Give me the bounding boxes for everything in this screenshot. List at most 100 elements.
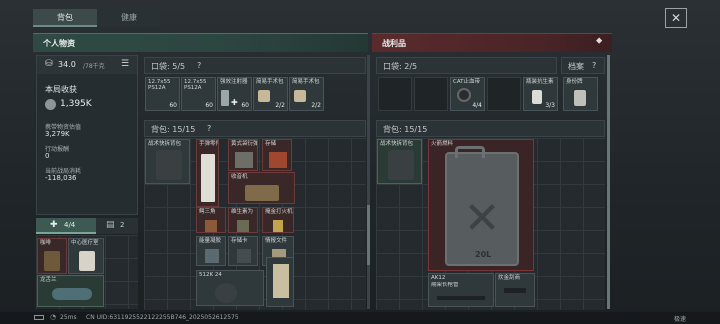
bp-item-lighter[interactable]: 掩金打火机 (262, 207, 294, 233)
bp-item-tactical-bag[interactable]: 战术快拆背包 (145, 139, 190, 184)
weight-max: /78千克 (83, 63, 105, 70)
bp-item-512k[interactable]: 512K 24 (196, 270, 264, 306)
pin-icon[interactable]: ⬥ (596, 36, 602, 46)
archive-label: 档案 (568, 62, 584, 71)
bp-item-gel[interactable]: 能量凝胶 (196, 236, 226, 266)
archive-header: 档案 ? (561, 57, 605, 74)
bp-item-memcard[interactable]: 存储卡 (228, 236, 258, 266)
plus-icon: ✚ (231, 98, 238, 107)
loot-item-tactical-bag[interactable]: 战术快拆背包 (377, 139, 422, 184)
radio-icon (245, 185, 279, 201)
personal-supplies-title: 个人物资 (43, 39, 75, 48)
loot-pocket-slot-2[interactable] (414, 77, 448, 111)
loot-header: 战利品 ⬥ (372, 33, 612, 52)
disc-icon (215, 283, 237, 303)
tab-backpack[interactable]: 背包 (33, 9, 97, 27)
income-label: 本局收获 (45, 85, 77, 94)
ammo-count-2: 60 (205, 102, 213, 109)
bp-item-storage[interactable]: 存储 (262, 139, 292, 171)
right-scrollbar[interactable] (607, 55, 610, 309)
bp-item-parts[interactable]: 手弹零件机 (196, 139, 219, 207)
loot-item-knife[interactable]: 炊金刮商 (495, 273, 535, 307)
tab-health[interactable]: 健康 (97, 9, 161, 27)
rifle-icon (437, 296, 485, 300)
jerrycan-volume: 20L (475, 250, 492, 259)
medkit-count: 4/4 (64, 221, 76, 229)
medkit-tab[interactable]: ✚ 4/4 (36, 218, 96, 234)
bp-item-vitamins[interactable]: 维生素为 (228, 207, 258, 233)
tourniquet-icon (457, 88, 471, 102)
pocket-header: 口袋: 5/5 ? (144, 57, 366, 74)
parts-icon (201, 154, 215, 202)
storage-icon (269, 152, 287, 168)
cost-value: -118,036 (45, 174, 77, 182)
ammo-count-1: 60 (169, 102, 177, 109)
loot-pocket-header: 口袋: 2/5 (376, 57, 557, 74)
pocket-item-ammo-2[interactable]: 12.7x55 PS12A 60 (181, 77, 216, 111)
loot-pocket-label: 口袋: 2/5 (383, 62, 418, 71)
gel-icon (205, 249, 219, 263)
loot-title: 战利品 (382, 39, 406, 48)
tourniquet-count: 4/4 (472, 102, 482, 109)
weight-icon: ⛁ (45, 59, 53, 69)
right-scroll-thumb[interactable] (607, 55, 610, 309)
status-right: 极速 (674, 316, 687, 323)
income-value: 1,395K (60, 99, 92, 109)
carry-value: 3,279K (45, 130, 70, 138)
surgery-icon-1 (258, 90, 270, 102)
injector-icon (221, 90, 229, 106)
stats-panel: ⛁ 34.0 /78千克 ☰ 本局收获 1,395K 携带物资估值 3,279K… (36, 55, 138, 215)
paper-icon (273, 264, 289, 298)
list-icon[interactable]: ☰ (121, 59, 129, 69)
bp-item-radio[interactable]: 收音机 (228, 172, 295, 204)
pocket-help[interactable]: ? (197, 61, 201, 70)
pocket-label: 口袋: 5/5 (151, 62, 186, 71)
weight-row: ⛁ 34.0 /78千克 ☰ (37, 56, 137, 74)
side-item-medical[interactable]: 中心医疗室 (68, 238, 104, 274)
bag-icon (156, 150, 182, 180)
status-bar: ◔ 25ms CN UID:6311925522122255B746_20250… (0, 312, 720, 324)
triangle-icon (205, 220, 217, 232)
ammo-box-icon (235, 152, 253, 168)
side-item-tequila[interactable]: 龙舌兰 (37, 275, 104, 307)
antibiotic-icon (532, 90, 542, 104)
pocket-item-injector[interactable]: 强效注射器 ✚ 60 (217, 77, 252, 111)
loot-pocket-antibiotic[interactable]: 瓶装抗生素 3/3 (523, 77, 558, 111)
bp-item-triangle[interactable]: 鳄三角 (196, 207, 226, 233)
wifi-icon: ◔ (50, 313, 57, 321)
left-scrollbar[interactable] (367, 55, 370, 309)
dogtag-icon (574, 90, 586, 106)
loot-pocket-slot-4[interactable] (487, 77, 521, 111)
backpack-help[interactable]: ? (207, 124, 211, 133)
loot-backpack-header: 背包: 15/15 (376, 120, 605, 137)
knife-icon (504, 288, 526, 293)
card-tab[interactable]: ▤ 2 (96, 218, 138, 234)
bp-item-ammo-box[interactable]: 黄式袋衍弹 (228, 139, 258, 171)
jerrycan-icon: ✕ 20L (445, 146, 519, 266)
bp-item-paper[interactable] (266, 257, 294, 307)
antibiotic-count: 3/3 (545, 102, 555, 109)
pocket-item-ammo-1[interactable]: 12.7x55 PS12A 60 (145, 77, 180, 111)
loot-backpack-label: 背包: 15/15 (383, 125, 428, 134)
close-button[interactable]: ✕ (665, 8, 687, 28)
loot-item-jerrycan[interactable]: 火箭燃料 ✕ 20L (428, 139, 534, 271)
weight-value: 34.0 (58, 60, 76, 69)
loot-pocket-tourniquet[interactable]: CAT止血带 4/4 (450, 77, 485, 111)
lighter-icon (273, 220, 283, 232)
memcard-icon (237, 249, 251, 263)
left-scroll-thumb[interactable] (367, 205, 370, 265)
tequila-icon (52, 288, 92, 300)
side-item-coffee[interactable]: 咖啡 (37, 238, 67, 274)
jerrycan-x-icon: ✕ (463, 193, 501, 244)
loot-item-ak12[interactable]: AK12 期架长枪管 (428, 273, 494, 307)
surgery-icon-2 (294, 90, 306, 102)
medkit-icon: ✚ (50, 220, 58, 230)
card-count: 2 (120, 221, 125, 229)
loot-pocket-dogtag[interactable]: 身份牌 (563, 77, 598, 111)
pocket-item-surgery-2[interactable]: 简易手术包 2/2 (289, 77, 324, 111)
loot-pocket-slot-1[interactable] (378, 77, 412, 111)
backpack-header: 背包: 15/15 ? (144, 120, 366, 137)
surgery-count-1: 2/2 (275, 102, 285, 109)
archive-help[interactable]: ? (592, 61, 596, 70)
pocket-item-surgery-1[interactable]: 简易手术包 2/2 (253, 77, 288, 111)
